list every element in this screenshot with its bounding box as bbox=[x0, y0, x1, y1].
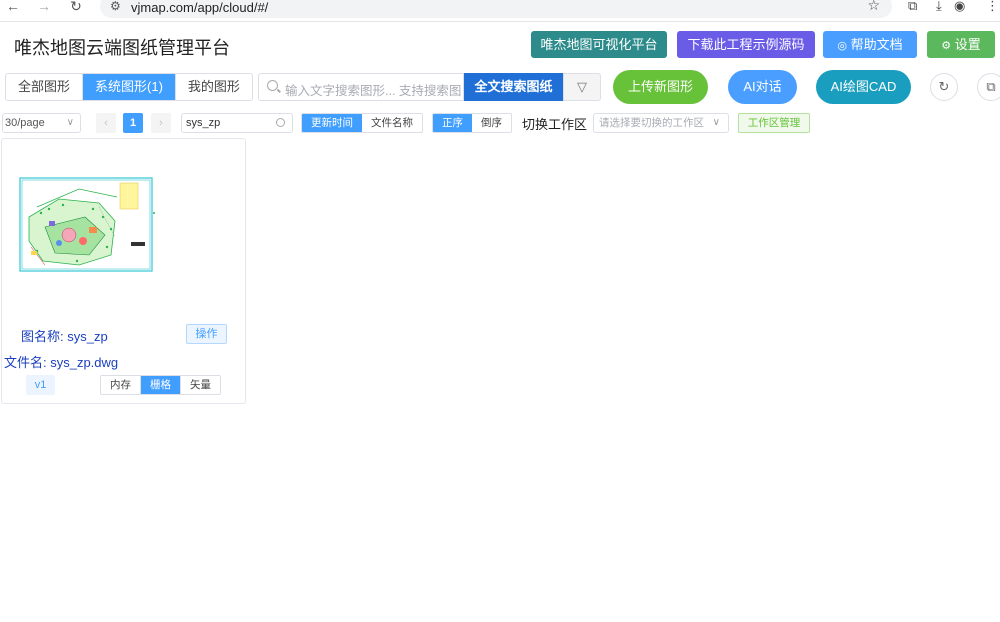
visual-platform-label: 唯杰地图可视化平台 bbox=[540, 37, 658, 52]
site-settings-icon[interactable]: ⚙ bbox=[110, 0, 121, 13]
tab-all[interactable]: 全部图形 bbox=[6, 74, 84, 100]
refresh-icon: ↻ bbox=[938, 79, 950, 94]
operate-button[interactable]: 操作 bbox=[186, 324, 227, 344]
prev-page-button[interactable]: ‹ bbox=[96, 113, 116, 133]
mode-vector[interactable]: 矢量 bbox=[181, 376, 220, 394]
page-size-select[interactable]: 30/page ∨ bbox=[2, 113, 81, 133]
browser-toolbar: ← → ↻ ⚙ vjmap.com/app/cloud/#/ ☆ ⧉ ⤓ ◉ ⋮ bbox=[0, 0, 1000, 22]
download-source-label: 下载此工程示例源码 bbox=[687, 37, 805, 52]
page-number-current[interactable]: 1 bbox=[123, 113, 143, 133]
category-tabs: 全部图形 系统图形(1) 我的图形 bbox=[5, 73, 253, 101]
download-source-button[interactable]: 下载此工程示例源码 bbox=[677, 31, 815, 58]
copy-button[interactable]: ⧉ bbox=[977, 73, 1000, 101]
ai-cad-button[interactable]: AI绘图CAD bbox=[816, 70, 911, 104]
bookmark-star-icon[interactable]: ☆ bbox=[867, 0, 880, 14]
sort-descending[interactable]: 倒序 bbox=[472, 114, 511, 132]
refresh-button[interactable]: ↻ bbox=[930, 73, 958, 101]
sort-order-toggle: 正序 倒序 bbox=[432, 113, 512, 133]
tab-system[interactable]: 系统图形(1) bbox=[83, 74, 176, 100]
name-filter-input[interactable]: sys_zp bbox=[181, 113, 293, 133]
gear-icon: ⚙ bbox=[941, 40, 952, 52]
workspace-placeholder: 请选择要切换的工作区 bbox=[599, 117, 704, 129]
chevron-right-icon: › bbox=[159, 117, 163, 129]
help-circle-icon: ◎ bbox=[837, 40, 847, 52]
version-tag[interactable]: v1 bbox=[26, 375, 55, 395]
back-icon[interactable]: ← bbox=[5, 0, 21, 14]
help-docs-label: 帮助文档 bbox=[850, 37, 903, 52]
chevron-left-icon: ‹ bbox=[104, 117, 108, 129]
search-icon bbox=[276, 118, 285, 127]
search-icon bbox=[267, 80, 278, 91]
chevron-down-icon: ∨ bbox=[66, 117, 74, 128]
app-title: 唯杰地图云端图纸管理平台 bbox=[14, 38, 230, 58]
download-icon[interactable]: ⤓ bbox=[936, 0, 942, 12]
file-name: 文件名: sys_zp.dwg bbox=[4, 355, 119, 370]
map-name: 图名称: sys_zp bbox=[21, 329, 108, 344]
mode-raster[interactable]: 栅格 bbox=[141, 376, 181, 394]
search-input[interactable]: 输入文字搜索图形... 支持搜索图 bbox=[258, 73, 464, 101]
address-url: vjmap.com/app/cloud/#/ bbox=[131, 0, 269, 15]
workspace-manage-button[interactable]: 工作区管理 bbox=[738, 113, 810, 133]
workspace-label: 切换工作区 bbox=[522, 117, 588, 132]
search-placeholder: 输入文字搜索图形... 支持搜索图 bbox=[285, 84, 461, 98]
visual-platform-button[interactable]: 唯杰地图可视化平台 bbox=[531, 31, 667, 58]
map-card[interactable]: 图名称: sys_zp 操作 文件名: sys_zp.dwg v1 内存 栅格 … bbox=[1, 138, 246, 404]
tab-mine[interactable]: 我的图形 bbox=[176, 74, 252, 100]
workspace-select[interactable]: 请选择要切换的工作区 ∨ bbox=[593, 113, 729, 133]
filter-funnel-icon: ▽ bbox=[577, 79, 587, 94]
sort-field-toggle: 更新时间 文件名称 bbox=[301, 113, 423, 133]
help-docs-button[interactable]: ◎ 帮助文档 bbox=[823, 31, 917, 58]
drawing-thumbnail[interactable] bbox=[19, 177, 156, 273]
reload-icon[interactable]: ↻ bbox=[68, 0, 84, 14]
page-size-value: 30/page bbox=[5, 117, 45, 129]
upload-button[interactable]: 上传新图形 bbox=[613, 70, 708, 104]
name-filter-value: sys_zp bbox=[186, 117, 221, 129]
profile-icon[interactable]: ◉ bbox=[954, 0, 965, 12]
menu-kebab-icon[interactable]: ⋮ bbox=[986, 0, 999, 12]
fulltext-search-button[interactable]: 全文搜索图纸 bbox=[464, 73, 563, 101]
address-bar[interactable]: ⚙ vjmap.com/app/cloud/#/ ☆ bbox=[100, 0, 892, 18]
mode-memory[interactable]: 内存 bbox=[101, 376, 141, 394]
forward-icon[interactable]: → bbox=[36, 0, 52, 14]
next-page-button[interactable]: › bbox=[151, 113, 171, 133]
settings-button[interactable]: ⚙ 设置 bbox=[927, 31, 995, 58]
extensions-icon[interactable]: ⧉ bbox=[908, 0, 917, 12]
render-mode-toggle: 内存 栅格 矢量 bbox=[100, 375, 221, 395]
chevron-down-icon: ∨ bbox=[712, 117, 720, 128]
sort-by-updated[interactable]: 更新时间 bbox=[302, 114, 362, 132]
sort-ascending[interactable]: 正序 bbox=[433, 114, 472, 132]
filter-button[interactable]: ▽ bbox=[563, 73, 601, 101]
sort-by-filename[interactable]: 文件名称 bbox=[362, 114, 422, 132]
ai-chat-button[interactable]: AI对话 bbox=[728, 70, 797, 104]
copy-icon: ⧉ bbox=[986, 79, 996, 94]
settings-label: 设置 bbox=[954, 37, 981, 52]
